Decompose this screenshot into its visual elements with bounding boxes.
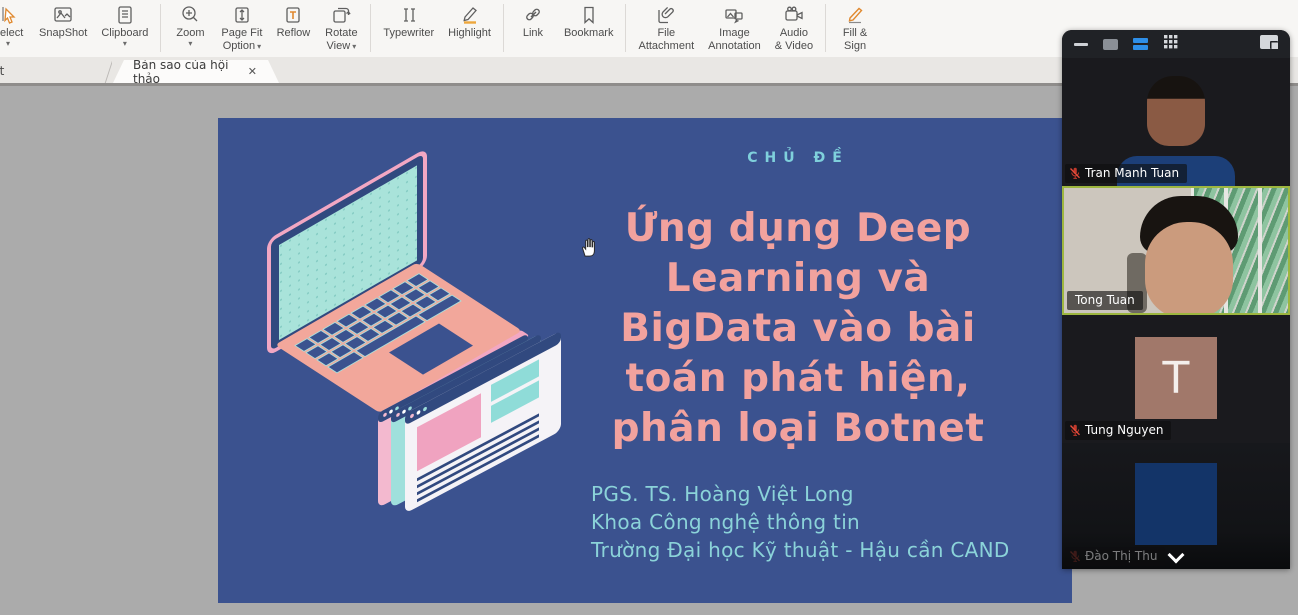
participant-name-bar: Tran Manh Tuan (1065, 164, 1187, 183)
participant-tile[interactable]: Tran Manh Tuan (1062, 58, 1290, 186)
mic-muted-icon (1069, 424, 1081, 436)
participant-tile[interactable]: Đào Thị Thu (1062, 443, 1290, 569)
toolbar-label: Typewriter (383, 27, 434, 40)
toolbar-label: Rotate (325, 27, 357, 40)
toolbar-button-image-annotation[interactable]: Image Annotation (701, 3, 768, 53)
gallery-strip-view-icon[interactable] (1133, 38, 1148, 50)
participant-name-bar: Đào Thị Thu (1065, 547, 1165, 566)
bookmark-icon (578, 3, 600, 27)
slide-authors: PGS. TS. Hoàng Việt Long Khoa Công nghệ … (563, 480, 1033, 564)
participant-name: Tung Nguyen (1085, 423, 1163, 437)
participant-person-face (1145, 222, 1233, 315)
toolbar-separator (625, 4, 626, 52)
toolbar-label: File (657, 27, 675, 40)
toolbar-button-fill-sign[interactable]: Fill & Sign (831, 3, 879, 53)
speaker-view-icon[interactable] (1103, 39, 1118, 50)
video-conference-panel: Tran Manh Tuan Tong Tuan T (1062, 30, 1290, 569)
toolbar-separator (370, 4, 371, 52)
tab-start[interactable]: Start (0, 61, 20, 83)
audio-video-icon (783, 3, 805, 27)
toolbar-label: Page Fit (221, 27, 262, 40)
toolbar-label: Sign (844, 40, 866, 53)
avatar: T (1135, 337, 1217, 419)
grid-view-icon[interactable] (1163, 34, 1179, 55)
chevron-down-icon: ▾ (352, 42, 356, 51)
participant-name: Tong Tuan (1075, 293, 1135, 307)
toolbar-button-clipboard[interactable]: Clipboard ▾ (94, 3, 155, 48)
toolbar-separator (825, 4, 826, 52)
tab-title: Bản sao của hội thảo (133, 58, 248, 86)
toolbar-button-highlight[interactable]: Highlight (441, 3, 498, 40)
close-icon[interactable] (248, 65, 257, 78)
toolbar-button-bookmark[interactable]: Bookmark (557, 3, 621, 40)
toolbar-label: Attachment (638, 40, 694, 53)
page-fit-icon (231, 3, 253, 27)
toolbar-button-zoom[interactable]: Zoom ▾ (166, 3, 214, 48)
toolbar-label: Image (719, 27, 750, 40)
tab-divider (100, 60, 112, 83)
slide-text-column: CHỦ ĐỀ Ứng dụng Deep Learning và BigData… (563, 118, 1033, 564)
mic-muted-icon (1069, 550, 1081, 562)
toolbar-separator (160, 4, 161, 52)
link-icon (522, 3, 544, 27)
toolbar-separator (503, 4, 504, 52)
participant-name-bar: Tong Tuan (1067, 291, 1143, 310)
select-cursor-icon (0, 3, 19, 27)
tab-document-active[interactable]: Bản sao của hội thảo (113, 60, 279, 83)
toolbar-button-file-attachment[interactable]: File Attachment (631, 3, 701, 53)
toolbar-label: Annotation (708, 40, 761, 53)
toolbar-label: Fill & (843, 27, 867, 40)
highlight-icon (459, 3, 481, 27)
zoom-magnifier-icon (179, 3, 201, 27)
clipboard-icon (114, 3, 136, 27)
participant-tile-active-speaker[interactable]: Tong Tuan (1062, 186, 1290, 315)
participant-tile[interactable]: T Tung Nguyen (1062, 315, 1290, 443)
video-panel-header (1062, 30, 1290, 58)
minimize-icon[interactable] (1074, 43, 1088, 46)
pdf-page-slide[interactable]: CHỦ ĐỀ Ứng dụng Deep Learning và BigData… (218, 118, 1072, 603)
hand-pan-cursor (578, 236, 598, 263)
application-window: Select ▾ SnapShot Clipboard ▾ (0, 0, 1298, 615)
participant-name-bar: Tung Nguyen (1065, 421, 1171, 440)
chevron-down-icon: ▾ (257, 42, 261, 51)
toolbar-label: SnapShot (39, 27, 87, 40)
participant-person (1147, 76, 1205, 146)
collapse-chevron-icon[interactable] (1169, 547, 1183, 561)
file-attachment-icon (655, 3, 677, 27)
toolbar-label: View▾ (327, 40, 357, 53)
toolbar-label: Bookmark (564, 27, 614, 40)
toolbar-button-link[interactable]: Link (509, 3, 557, 40)
participant-name: Tran Manh Tuan (1085, 166, 1179, 180)
toolbar-label: Select (0, 27, 23, 40)
layout-popout-icon[interactable] (1260, 35, 1278, 54)
avatar-initial: T (1163, 353, 1190, 404)
toolbar-label: & Video (775, 40, 813, 53)
toolbar-label: Option▾ (223, 40, 261, 53)
slide-title: Ứng dụng Deep Learning và BigData vào bà… (563, 204, 1033, 454)
toolbar-button-typewriter[interactable]: Typewriter (376, 3, 441, 40)
typewriter-icon (398, 3, 420, 27)
fill-sign-icon (844, 3, 866, 27)
chevron-down-icon: ▾ (123, 40, 127, 48)
reflow-icon (282, 3, 304, 27)
chevron-down-icon: ▾ (6, 40, 10, 48)
chevron-down-icon: ▾ (188, 40, 192, 48)
toolbar-button-reflow[interactable]: Reflow (269, 3, 317, 40)
rotate-view-icon (330, 3, 352, 27)
toolbar-label: Highlight (448, 27, 491, 40)
slide-eyebrow: CHỦ ĐỀ (563, 150, 1033, 166)
participant-name: Đào Thị Thu (1085, 549, 1157, 563)
toolbar-label: Reflow (277, 27, 311, 40)
mic-muted-icon (1069, 167, 1081, 179)
toolbar-button-audio-video[interactable]: Audio & Video (768, 3, 820, 53)
toolbar-button-page-fit-option[interactable]: Page Fit Option▾ (214, 3, 269, 53)
toolbar-label: Link (523, 27, 543, 40)
toolbar-label: Audio (780, 27, 808, 40)
image-annotation-icon (723, 3, 745, 27)
avatar (1135, 463, 1217, 545)
toolbar-button-rotate-view[interactable]: Rotate View▾ (317, 3, 365, 53)
toolbar-button-select[interactable]: Select ▾ (0, 3, 32, 48)
toolbar-button-snapshot[interactable]: SnapShot (32, 3, 94, 40)
snapshot-icon (52, 3, 74, 27)
